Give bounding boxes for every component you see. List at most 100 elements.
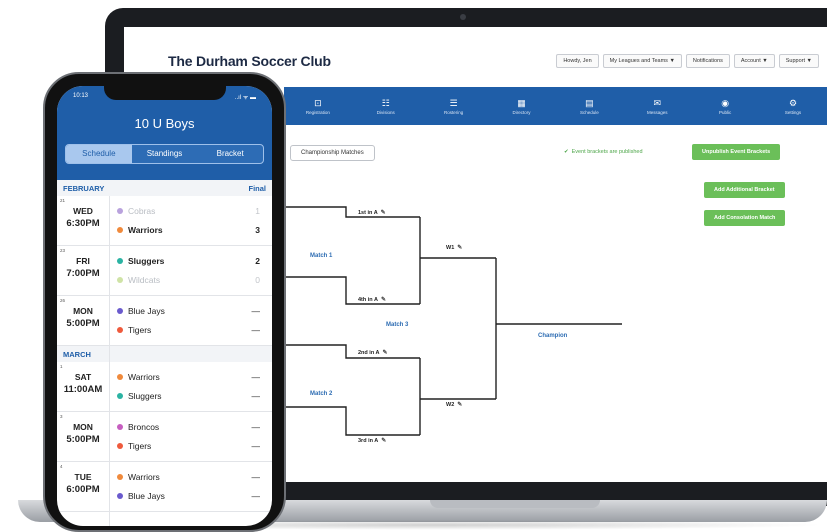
- team-score: —: [251, 472, 261, 482]
- game-row[interactable]: 3 MON 5:00PM Broncos — Tigers —: [57, 412, 272, 462]
- team-color-dot: [117, 443, 123, 449]
- team-name: Tigers: [128, 441, 152, 451]
- team-score: 0: [255, 275, 260, 285]
- team-score: —: [251, 325, 261, 335]
- winner-label-1[interactable]: W1 ✎: [446, 244, 462, 251]
- game-weekday: MON: [73, 306, 93, 316]
- game-time: 5:00PM: [66, 318, 100, 329]
- game-row[interactable]: 26 MON 5:00PM Blue Jays — Tigers —: [57, 296, 272, 346]
- team-color-dot: [117, 474, 123, 480]
- match-label-1[interactable]: Match 1: [310, 253, 332, 259]
- team-home: Broncos: [117, 422, 159, 432]
- team-name: Blue Jays: [128, 306, 165, 316]
- team-score: —: [251, 306, 261, 316]
- game-row[interactable]: 1 SAT 11:00AM Warriors — Sluggers —: [57, 362, 272, 412]
- game-time: 5:00PM: [66, 434, 100, 445]
- team-away: Warriors: [117, 225, 163, 235]
- game-weekday: TUE: [74, 472, 92, 482]
- bracket-line-seed-2: [284, 344, 420, 359]
- team-color-dot: [117, 277, 123, 283]
- seed-label-3[interactable]: 3rd in A ✎: [358, 437, 386, 444]
- team-score: —: [251, 391, 261, 401]
- team-away: Sluggers: [117, 391, 162, 401]
- team-color-dot: [117, 208, 123, 214]
- game-weekday: WED: [73, 206, 93, 216]
- team-away: Wildcats: [117, 275, 160, 285]
- game-time: 6:00PM: [66, 484, 100, 495]
- game-time: 6:30PM: [66, 218, 100, 229]
- team-name: Sluggers: [128, 256, 165, 266]
- tab-bracket[interactable]: Bracket: [197, 145, 263, 163]
- game-time: 7:00PM: [66, 268, 100, 279]
- team-away: Blue Jays: [117, 491, 165, 501]
- month-name: FEBRUARY: [63, 183, 105, 193]
- status-time: 10:13: [73, 93, 89, 99]
- camera-icon: [460, 14, 466, 20]
- winner-label-2[interactable]: W2 ✎: [446, 401, 462, 408]
- tab-standings[interactable]: Standings: [132, 145, 198, 163]
- game-day-number: 23: [60, 248, 66, 253]
- team-color-dot: [117, 374, 123, 380]
- team-home: Sluggers: [117, 256, 164, 266]
- game-day-number: 1: [60, 364, 63, 369]
- game-day-number: 4: [60, 464, 63, 469]
- month-status: Final: [248, 183, 266, 193]
- game-day-number: 26: [60, 298, 66, 303]
- team-home: Warriors: [117, 472, 160, 482]
- team-home: Warriors: [117, 372, 160, 382]
- pencil-icon[interactable]: ✎: [383, 350, 388, 356]
- team-name: Warriors: [128, 372, 160, 382]
- champion-label: Champion: [538, 333, 568, 339]
- game-time: 11:00AM: [63, 384, 103, 395]
- view-tabs: Schedule Standings Bracket: [65, 144, 264, 164]
- team-score: 3: [255, 225, 260, 235]
- signal-battery-icon: ..ıl ᯤ ▬: [234, 95, 256, 101]
- team-name: Wildcats: [128, 275, 161, 285]
- team-away: Tigers: [117, 325, 151, 335]
- team-score: 1: [255, 206, 260, 216]
- team-color-dot: [117, 493, 123, 499]
- team-score: —: [251, 422, 261, 432]
- pencil-icon[interactable]: ✎: [381, 438, 386, 444]
- month-header: FEBRUARY Final: [57, 180, 272, 196]
- pencil-icon[interactable]: ✎: [381, 297, 386, 303]
- seed-label-1[interactable]: 1st in A ✎: [358, 209, 386, 216]
- match-label-3[interactable]: Match 3: [386, 322, 408, 328]
- phone-screen: 10:13 ..ıl ᯤ ▬ 10 U Boys Schedule Standi…: [57, 86, 272, 526]
- team-home: Blue Jays: [117, 306, 165, 316]
- team-title: 10 U Boys: [134, 116, 195, 131]
- team-name: Blue Jays: [128, 491, 165, 501]
- team-home: Cobras: [117, 206, 155, 216]
- match-label-2[interactable]: Match 2: [310, 391, 332, 397]
- pencil-icon[interactable]: ✎: [381, 210, 386, 216]
- team-name: Warriors: [128, 225, 163, 235]
- laptop-notch: [430, 500, 600, 508]
- pencil-icon[interactable]: ✎: [457, 245, 462, 251]
- stage: The Durham Soccer Club Howdy, Jen My Lea…: [0, 0, 827, 532]
- game-weekday: SAT: [74, 372, 92, 382]
- team-name: Sluggers: [128, 391, 162, 401]
- game-weekday: FRI: [76, 256, 90, 266]
- team-color-dot: [117, 227, 123, 233]
- game-row[interactable]: 23 FRI 7:00PM Sluggers 2 Wildcats 0: [57, 246, 272, 296]
- tab-schedule[interactable]: Schedule: [66, 145, 132, 163]
- team-name: Broncos: [128, 422, 160, 432]
- team-color-dot: [117, 258, 123, 264]
- team-score: —: [251, 372, 261, 382]
- game-row[interactable]: 21 WED 6:30PM Cobras 1 Warriors 3: [57, 196, 272, 246]
- game-day-number: 3: [60, 414, 63, 419]
- pencil-icon[interactable]: ✎: [457, 402, 462, 408]
- team-away: Tigers: [117, 441, 151, 451]
- game-row[interactable]: 4 TUE 6:00PM Warriors — Blue Jays —: [57, 462, 272, 512]
- team-name: Cobras: [128, 206, 156, 216]
- team-color-dot: [117, 327, 123, 333]
- date-column-divider: [109, 196, 110, 526]
- phone-notch: [104, 82, 226, 100]
- team-name: Warriors: [128, 472, 160, 482]
- game-day-number: 21: [60, 198, 66, 203]
- seed-label-2[interactable]: 2nd in A ✎: [358, 349, 388, 356]
- seed-label-4[interactable]: 4th in A ✎: [358, 296, 386, 303]
- month-name: MARCH: [63, 349, 91, 359]
- month-header: MARCH: [57, 346, 272, 362]
- team-name: Tigers: [128, 325, 152, 335]
